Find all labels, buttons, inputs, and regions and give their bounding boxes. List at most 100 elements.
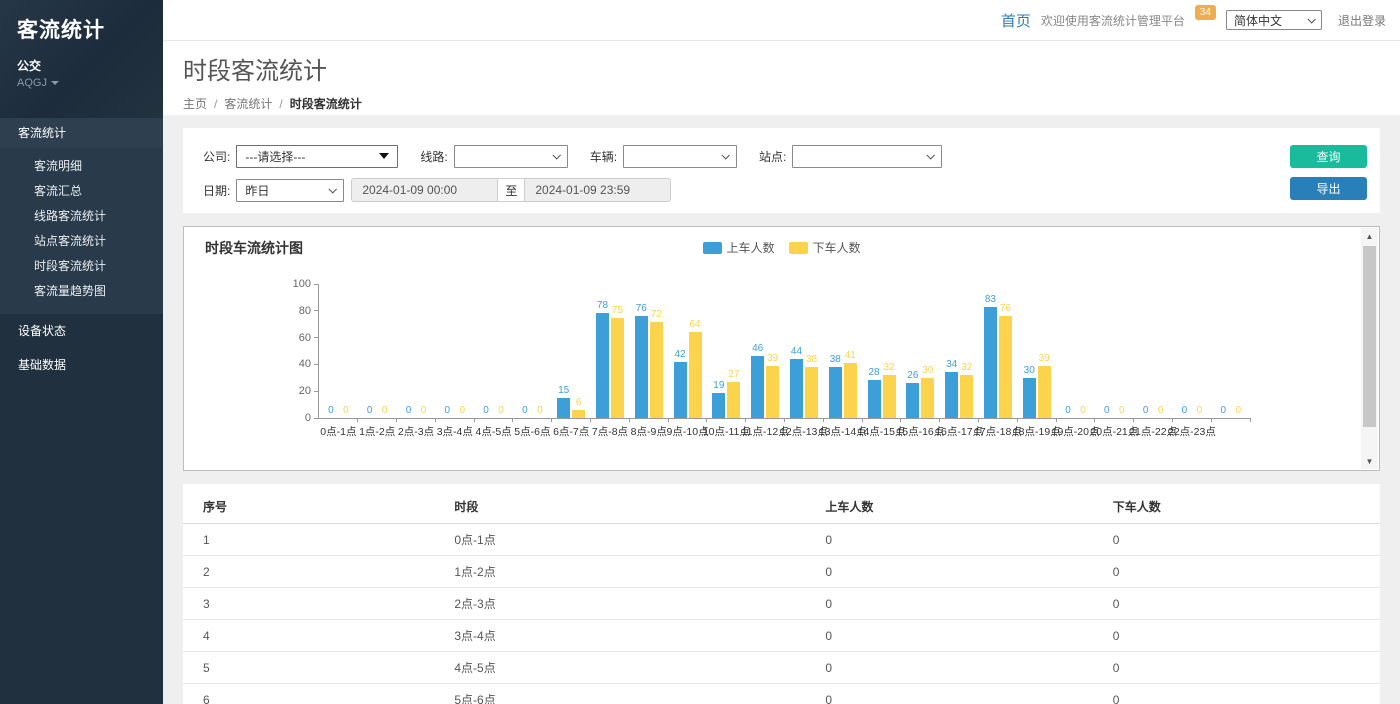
table-cell: 0: [1093, 556, 1380, 588]
bar-wrap: 38: [829, 285, 842, 418]
bar-value-label: 72: [651, 309, 662, 320]
sidebar-item-客流统计[interactable]: 客流统计: [0, 118, 163, 148]
chevron-down-icon: [721, 151, 729, 159]
table-cell: 5: [183, 652, 434, 684]
date-to-input[interactable]: 2024-01-09 23:59: [524, 178, 671, 202]
bar-上车人数[interactable]: [906, 383, 919, 418]
notification-badge[interactable]: 34: [1195, 5, 1216, 20]
bar-wrap: 38: [805, 285, 818, 418]
export-button[interactable]: 导出: [1290, 177, 1367, 200]
bar-group-7点-8点: 78757点-8点: [591, 285, 630, 418]
welcome-text: 欢迎使用客流统计管理平台: [1041, 12, 1185, 29]
bar-上车人数[interactable]: [868, 380, 881, 418]
bar-下车人数[interactable]: [650, 322, 663, 418]
bar-下车人数[interactable]: [960, 375, 973, 418]
data-table: 序号时段上车人数下车人数 10点-1点0021点-2点0032点-3点0043点…: [183, 490, 1380, 704]
sidebar-subitem-站点客流统计[interactable]: 站点客流统计: [0, 229, 163, 254]
bar-wrap: 75: [611, 285, 624, 418]
y-axis-tick: 100: [293, 277, 319, 291]
sidebar-item-设备状态[interactable]: 设备状态: [0, 314, 163, 348]
bar-value-label: 44: [791, 346, 802, 357]
bar-上车人数[interactable]: [829, 367, 842, 418]
sidebar-subitem-客流量趋势图[interactable]: 客流量趋势图: [0, 279, 163, 304]
bar-上车人数[interactable]: [596, 313, 609, 418]
chart-scrollbar[interactable]: ▲ ▼: [1361, 228, 1378, 469]
page-title: 时段客流统计: [183, 51, 1400, 86]
bar-下车人数[interactable]: [689, 332, 702, 418]
chart-panel: 时段车流统计图 上车人数下车人数 020406080100000点-1点001点…: [183, 226, 1380, 471]
bar-value-label: 0: [445, 405, 451, 416]
bar-group-2点-3点: 002点-3点: [397, 285, 436, 418]
bar-下车人数[interactable]: [844, 363, 857, 418]
home-link[interactable]: 首页: [1001, 10, 1031, 31]
bar-value-label: 6: [576, 397, 582, 408]
bar-下车人数[interactable]: [572, 410, 585, 418]
bar-上车人数[interactable]: [790, 359, 803, 418]
sidebar-subitem-客流汇总[interactable]: 客流汇总: [0, 179, 163, 204]
x-axis-label: 6点-7点: [553, 424, 589, 439]
x-axis-label: 2点-3点: [398, 424, 434, 439]
breadcrumb-home[interactable]: 主页: [183, 95, 207, 112]
bar-wrap: 78: [596, 285, 609, 418]
company-label: 公司:: [203, 148, 230, 165]
bar-wrap: 30: [1023, 285, 1036, 418]
sidebar-item-基础数据[interactable]: 基础数据: [0, 348, 163, 382]
org-code-dropdown[interactable]: AQGJ: [17, 77, 163, 89]
bar-下车人数[interactable]: [611, 318, 624, 419]
scrollbar-thumb[interactable]: [1363, 246, 1376, 427]
bar-上车人数[interactable]: [712, 393, 725, 418]
bar-下车人数[interactable]: [999, 316, 1012, 418]
bar-value-label: 0: [1119, 405, 1125, 416]
table-header-上车人数: 上车人数: [805, 490, 1092, 524]
bar-wrap: 0: [339, 285, 352, 418]
bar-value-label: 46: [752, 343, 763, 354]
chart-title: 时段车流统计图: [205, 238, 303, 258]
breadcrumb-section[interactable]: 客流统计: [224, 95, 272, 112]
bar-上车人数[interactable]: [984, 307, 997, 418]
logout-link[interactable]: 退出登录: [1338, 12, 1386, 29]
bar-上车人数[interactable]: [1023, 378, 1036, 418]
breadcrumb-separator: /: [214, 97, 217, 111]
legend-item-下车人数[interactable]: 下车人数: [789, 239, 861, 256]
date-preset-select[interactable]: 昨日: [236, 179, 344, 202]
line-label: 线路:: [420, 148, 447, 165]
bar-上车人数[interactable]: [751, 356, 764, 418]
bar-下车人数[interactable]: [1038, 366, 1051, 418]
bar-上车人数[interactable]: [635, 316, 648, 418]
bar-上车人数[interactable]: [557, 398, 570, 418]
bar-下车人数[interactable]: [727, 382, 740, 418]
bar-下车人数[interactable]: [805, 367, 818, 418]
bar-wrap: 32: [960, 285, 973, 418]
bar-value-label: 0: [483, 405, 489, 416]
legend-item-上车人数[interactable]: 上车人数: [702, 239, 774, 256]
language-select[interactable]: 简体中文: [1226, 10, 1322, 30]
bar-group-4点-5点: 004点-5点: [474, 285, 513, 418]
scroll-down-icon[interactable]: ▼: [1361, 453, 1378, 469]
bar-下车人数[interactable]: [766, 366, 779, 418]
table-row: 65点-6点00: [183, 684, 1380, 704]
language-select-value: 简体中文: [1234, 12, 1282, 29]
bar-wrap: 0: [1154, 285, 1167, 418]
bar-下车人数[interactable]: [883, 375, 896, 418]
station-select[interactable]: [792, 145, 942, 168]
line-select[interactable]: [454, 145, 568, 168]
bar-下车人数[interactable]: [921, 378, 934, 418]
table-cell: 0: [805, 588, 1092, 620]
sidebar-subitem-线路客流统计[interactable]: 线路客流统计: [0, 204, 163, 229]
bar-上车人数[interactable]: [674, 362, 687, 418]
table-cell: 1点-2点: [434, 556, 805, 588]
bar-上车人数[interactable]: [945, 372, 958, 418]
sidebar-subitem-时段客流统计[interactable]: 时段客流统计: [0, 254, 163, 279]
query-button[interactable]: 查询: [1290, 145, 1367, 168]
date-from-input[interactable]: 2024-01-09 00:00: [351, 178, 498, 202]
company-select[interactable]: ---请选择---: [236, 145, 398, 168]
chevron-down-icon: [329, 185, 337, 193]
sidebar: 客流统计 公交 AQGJ 客流统计客流明细客流汇总线路客流统计站点客流统计时段客…: [0, 0, 163, 704]
vehicle-select[interactable]: [623, 145, 737, 168]
bar-wrap: 0: [1193, 285, 1206, 418]
bar-value-label: 0: [406, 405, 412, 416]
scroll-up-icon[interactable]: ▲: [1361, 228, 1378, 244]
sidebar-subitem-客流明细[interactable]: 客流明细: [0, 154, 163, 179]
x-axis-label: 0点-1点: [320, 424, 356, 439]
breadcrumb-current: 时段客流统计: [290, 95, 362, 112]
